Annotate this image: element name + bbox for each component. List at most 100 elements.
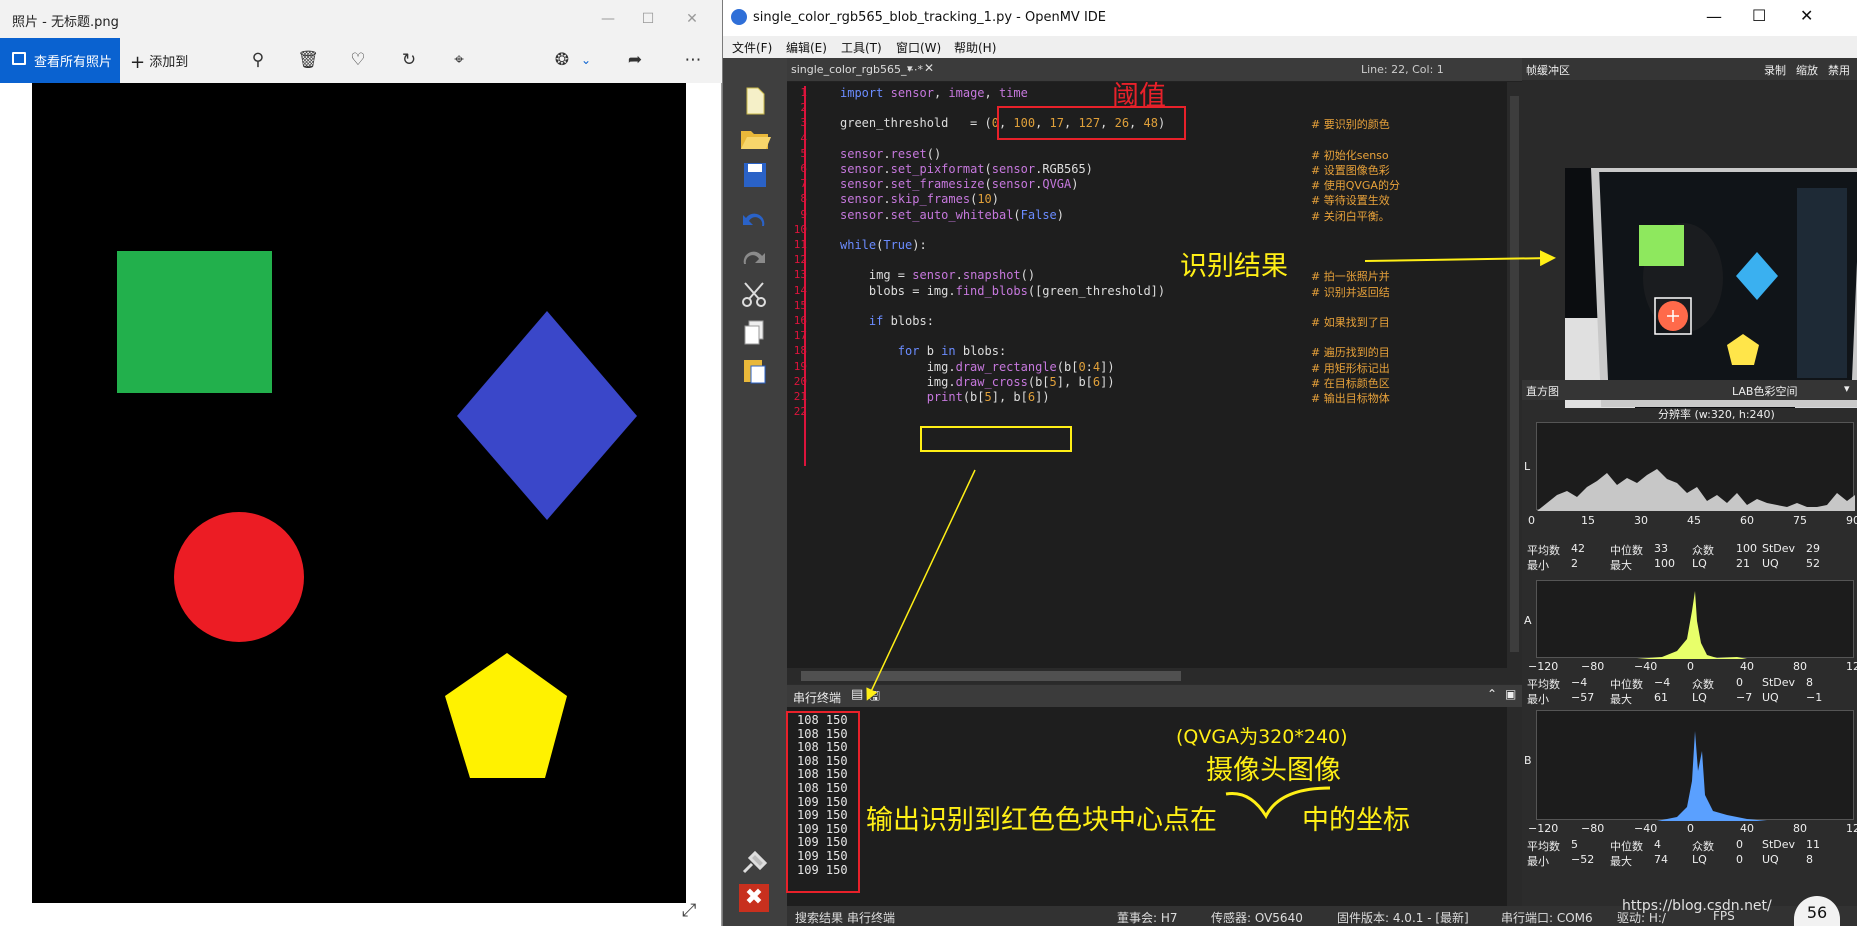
tab-dropdown-icon[interactable]: ▾ [907, 62, 913, 75]
stat-value: 2 [1571, 557, 1578, 570]
crop-icon[interactable]: ⌖ [447, 48, 471, 72]
code-line: sensor.set_auto_whitebal(False) [840, 207, 1065, 222]
histogram-tick: −120 [1528, 660, 1559, 673]
line-gutter: 12345678910111213141516171819202122 [787, 82, 815, 668]
histogram-tick: 120 [1846, 822, 1857, 835]
tab-close-icon[interactable]: ✕ [924, 61, 934, 75]
threshold-annotation: 阈值 [1112, 81, 1166, 112]
histogram-tick: 0 [1687, 822, 1694, 835]
stat-label: StDev [1762, 676, 1796, 689]
editor-vertical-scrollbar[interactable] [1507, 82, 1522, 668]
cut-icon[interactable] [736, 280, 772, 310]
code-editor[interactable]: 12345678910111213141516171819202122 impo… [787, 82, 1522, 684]
photos-toolbar: 查看所有照片 + 添加到 ⚲ 🗑 ♡ ↻ ⌖ ❂ ⌄ ➦ ⋯ [0, 38, 722, 83]
minimize-icon[interactable]: — [1706, 7, 1722, 26]
view-all-photos-button[interactable]: 查看所有照片 [0, 38, 120, 83]
stat-value: 0 [1736, 838, 1743, 851]
search-results-tab[interactable]: 搜索结果 [795, 909, 843, 926]
chevron-down-icon[interactable]: ▾ [1844, 382, 1850, 395]
menu-file[interactable]: 文件(F) [732, 39, 772, 56]
stat-label: 中位数 [1610, 840, 1643, 853]
favorite-icon[interactable]: ♡ [346, 48, 370, 72]
open-folder-icon[interactable] [736, 122, 772, 152]
share-icon[interactable]: ➦ [623, 48, 647, 72]
menu-edit[interactable]: 编辑(E) [786, 39, 827, 56]
close-icon[interactable]: ✕ [1800, 6, 1813, 25]
photos-window-title: 照片 - 无标题.png [12, 15, 119, 30]
rotate-icon[interactable]: ↻ [397, 48, 421, 72]
histogram-tick: 75 [1793, 514, 1807, 527]
stat-value: 52 [1806, 557, 1820, 570]
menu-window[interactable]: 窗口(W) [896, 39, 941, 56]
framebuffer-area [1522, 80, 1857, 408]
more-icon[interactable]: ⋯ [681, 48, 705, 72]
fullscreen-icon[interactable]: ⤢ [682, 900, 704, 922]
stat-value: −7 [1736, 691, 1753, 704]
print-highlight-box [920, 426, 1072, 452]
disable-button[interactable]: 禁用 [1828, 62, 1850, 78]
histogram-a-plot [1536, 580, 1854, 659]
editor-horizontal-scrollbar[interactable] [787, 668, 1522, 684]
serial-terminal-tab[interactable]: 串行终端 [847, 909, 895, 926]
zoom-button[interactable]: 缩放 [1796, 62, 1818, 78]
record-button[interactable]: 录制 [1764, 62, 1786, 78]
channel-b-label: B [1524, 754, 1532, 767]
histogram-tick: −40 [1634, 660, 1658, 673]
stat-value: 5 [1571, 838, 1578, 851]
serial-terminal-header: 串行终端 ▤ 🖫 ⌃ ▣ [787, 685, 1522, 707]
terminal-save-icon[interactable]: 🖫 [869, 687, 880, 709]
connect-icon[interactable] [736, 846, 772, 876]
float-icon[interactable]: ▣ [1505, 687, 1516, 701]
colorspace-select[interactable]: LAB色彩空间 [1732, 383, 1797, 399]
menu-help[interactable]: 帮助(H) [954, 39, 996, 56]
channel-l-label: L [1524, 460, 1531, 473]
close-icon[interactable]: ✕ [672, 6, 712, 32]
undo-icon[interactable] [736, 204, 772, 234]
delete-icon[interactable]: 🗑 [296, 48, 320, 72]
sensor-info: 传感器: OV5640 [1211, 911, 1303, 925]
stat-value: 33 [1654, 542, 1668, 555]
maximize-icon[interactable]: ☐ [628, 6, 668, 32]
add-to-button[interactable]: + 添加到 [130, 51, 188, 73]
terminal-scrollbar[interactable] [1507, 707, 1522, 907]
minimize-icon[interactable]: — [588, 6, 628, 32]
camera-image [1565, 168, 1857, 408]
stat-value: −1 [1806, 691, 1823, 704]
code-comment: # 用矩形标记出 [1311, 361, 1390, 375]
histogram-b: B −120−80−4004080120 平均数5中位数4众数0StDev11最… [1522, 710, 1857, 906]
code-comment: # 输出目标物体 [1311, 392, 1390, 405]
maximize-icon[interactable]: ☐ [1752, 6, 1766, 25]
modified-marker [804, 86, 806, 466]
shapes-image [117, 251, 637, 778]
copy-icon[interactable] [736, 318, 772, 348]
redo-icon[interactable] [736, 242, 772, 272]
code-line: sensor.set_framesize(sensor.QVGA) [840, 177, 1079, 192]
code-comment: # 要识别的颜色 [1311, 118, 1390, 132]
menu-tools[interactable]: 工具(T) [841, 39, 882, 56]
paste-icon[interactable] [736, 356, 772, 386]
code-line: img.draw_rectangle(b[0:4]) [840, 359, 1115, 374]
tab-file[interactable]: single_color_rgb565_⋯* [791, 63, 923, 76]
edit-icon[interactable]: ❂ [550, 48, 574, 72]
stat-label: 中位数 [1610, 544, 1643, 557]
save-icon[interactable] [736, 160, 772, 190]
channel-a-label: A [1524, 614, 1532, 627]
stat-label: UQ [1762, 557, 1779, 570]
stat-label: LQ [1692, 691, 1707, 704]
code-line: print(b[5], b[6]) [926, 390, 1050, 404]
photo-icon [12, 52, 26, 65]
histogram-tick: 40 [1740, 822, 1754, 835]
histogram-b-plot [1536, 710, 1854, 821]
stop-icon[interactable]: ✖ [739, 884, 769, 912]
chevron-down-icon[interactable]: ⌄ [574, 48, 598, 72]
new-file-icon[interactable] [736, 86, 772, 116]
code-comment: # 遍历找到的目 [1311, 346, 1390, 360]
stat-value: 100 [1736, 542, 1757, 555]
terminal-clear-icon[interactable]: ▤ [851, 687, 863, 702]
menu-bar: 文件(F) 编辑(E) 工具(T) 窗口(W) 帮助(H) [723, 36, 1857, 58]
collapse-icon[interactable]: ⌃ [1487, 687, 1497, 701]
serial-port-info: 串行端口: COM6 [1501, 911, 1593, 925]
zoom-icon[interactable]: ⚲ [246, 48, 270, 72]
stat-label: UQ [1762, 853, 1779, 866]
stat-value: 61 [1654, 691, 1668, 704]
